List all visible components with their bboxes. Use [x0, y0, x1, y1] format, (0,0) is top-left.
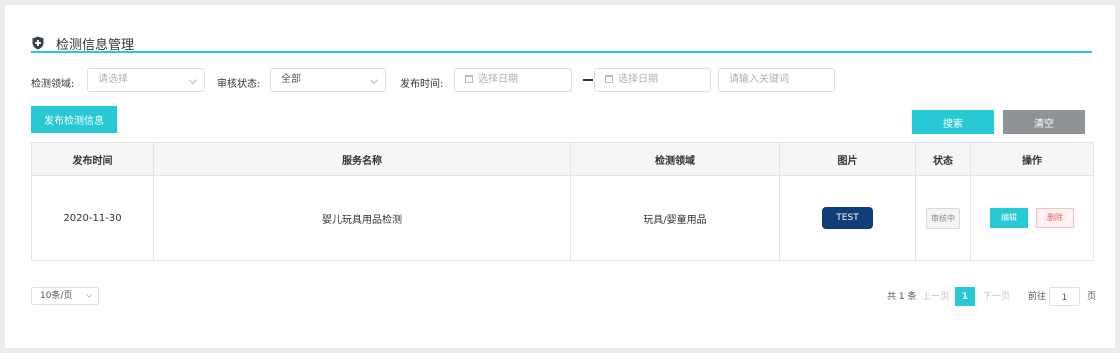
- date-filter-label: 发布时间:: [400, 79, 444, 90]
- field-select[interactable]: 请选择: [87, 68, 205, 92]
- chevron-down-icon: [188, 75, 198, 85]
- prev-page-button[interactable]: 上一页: [922, 287, 949, 307]
- date-start-placeholder: 选择日期: [478, 74, 518, 85]
- page-header: 检测信息管理: [31, 33, 134, 53]
- column-header-image: 图片: [779, 142, 916, 176]
- field-filter-label: 检测领域:: [31, 79, 75, 90]
- table-row: 2020-11-30 婴儿玩具用品检测 玩具/婴童用品 TEST 审核中 编辑删…: [31, 175, 1094, 261]
- table-header-row: 发布时间 服务名称 检测领域 图片 状态 操作: [31, 142, 1094, 176]
- pagination-total: 共 1 条: [887, 292, 917, 302]
- calendar-icon: [605, 75, 613, 83]
- search-button[interactable]: 搜索: [912, 110, 994, 134]
- field-select-placeholder: 请选择: [98, 74, 128, 85]
- keyword-input[interactable]: 请输入关键词: [718, 68, 835, 92]
- goto-unit-label: 页: [1087, 292, 1097, 302]
- page-size-value: 10条/页: [40, 291, 73, 301]
- cell-field: 玩具/婴童用品: [570, 175, 780, 261]
- chevron-down-icon: [86, 292, 92, 298]
- delete-button[interactable]: 删除: [1036, 208, 1074, 228]
- next-page-button[interactable]: 下一页: [983, 287, 1010, 307]
- column-header-actions: 操作: [970, 142, 1094, 176]
- date-end-input[interactable]: 选择日期: [594, 68, 711, 92]
- image-thumbnail[interactable]: TEST: [822, 207, 873, 229]
- keyword-placeholder: 请输入关键词: [729, 74, 789, 85]
- column-header-date: 发布时间: [31, 142, 154, 176]
- current-page-button[interactable]: 1: [955, 287, 975, 306]
- page-size-select[interactable]: 10条/页: [31, 287, 99, 305]
- date-end-placeholder: 选择日期: [618, 74, 658, 85]
- column-header-field: 检测领域: [570, 142, 780, 176]
- shield-icon: [32, 36, 44, 50]
- title-divider: [31, 51, 1092, 53]
- cell-image: TEST: [779, 175, 916, 261]
- column-header-service: 服务名称: [153, 142, 571, 176]
- status-badge: 审核中: [926, 207, 960, 229]
- clear-button[interactable]: 清空: [1003, 110, 1085, 134]
- page-title: 检测信息管理: [56, 37, 135, 53]
- filter-bar: 检测领域: 请选择 审核状态: 全部 发布时间: 选择日期 选择日期 请输入关键…: [5, 68, 1115, 94]
- status-select-value: 全部: [281, 74, 301, 85]
- date-range-separator: [583, 79, 593, 81]
- calendar-icon: [465, 75, 473, 83]
- results-table: 发布时间 服务名称 检测领域 图片 状态 操作 2020-11-30 婴儿玩具用…: [31, 142, 1094, 261]
- goto-page-input[interactable]: 1: [1049, 287, 1080, 306]
- edit-button[interactable]: 编辑: [990, 208, 1028, 228]
- status-select[interactable]: 全部: [270, 68, 386, 92]
- main-panel: 检测信息管理 检测领域: 请选择 审核状态: 全部 发布时间: 选择日期 选择日…: [5, 5, 1115, 348]
- goto-label: 前往: [1028, 292, 1047, 302]
- cell-date: 2020-11-30: [31, 175, 154, 261]
- chevron-down-icon: [369, 75, 379, 85]
- date-start-input[interactable]: 选择日期: [454, 68, 572, 92]
- publish-button[interactable]: 发布检测信息: [31, 106, 117, 133]
- column-header-status: 状态: [915, 142, 971, 176]
- cell-status: 审核中: [915, 175, 971, 261]
- cell-service: 婴儿玩具用品检测: [153, 175, 571, 261]
- cell-actions: 编辑 删除: [970, 175, 1094, 261]
- status-filter-label: 审核状态:: [217, 79, 261, 90]
